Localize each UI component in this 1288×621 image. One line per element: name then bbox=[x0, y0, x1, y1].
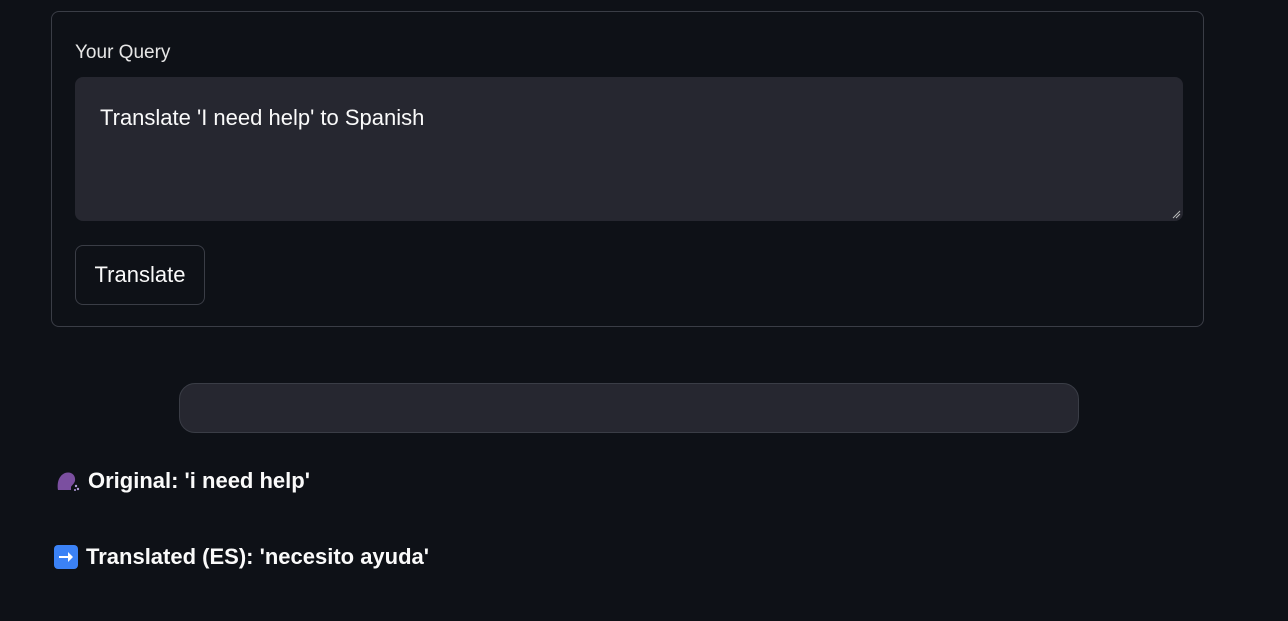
query-text[interactable]: Translate 'I need help' to Spanish bbox=[100, 105, 424, 130]
speaking-head-icon bbox=[57, 472, 80, 491]
status-bar bbox=[179, 383, 1079, 433]
query-label: Your Query bbox=[75, 42, 171, 63]
translated-text: Translated (ES): 'necesito ayuda' bbox=[86, 544, 430, 569]
resize-handle-icon[interactable] bbox=[1171, 209, 1181, 219]
translated-result: Translated (ES): 'necesito ayuda' bbox=[54, 544, 429, 570]
original-result: Original: 'i need help' bbox=[54, 468, 310, 494]
original-text: Original: 'i need help' bbox=[88, 468, 310, 493]
query-form: Your Query Translate 'I need help' to Sp… bbox=[51, 11, 1204, 327]
query-textarea[interactable]: Translate 'I need help' to Spanish bbox=[75, 77, 1183, 221]
translate-button[interactable]: Translate bbox=[75, 245, 205, 305]
right-arrow-icon bbox=[54, 545, 78, 569]
